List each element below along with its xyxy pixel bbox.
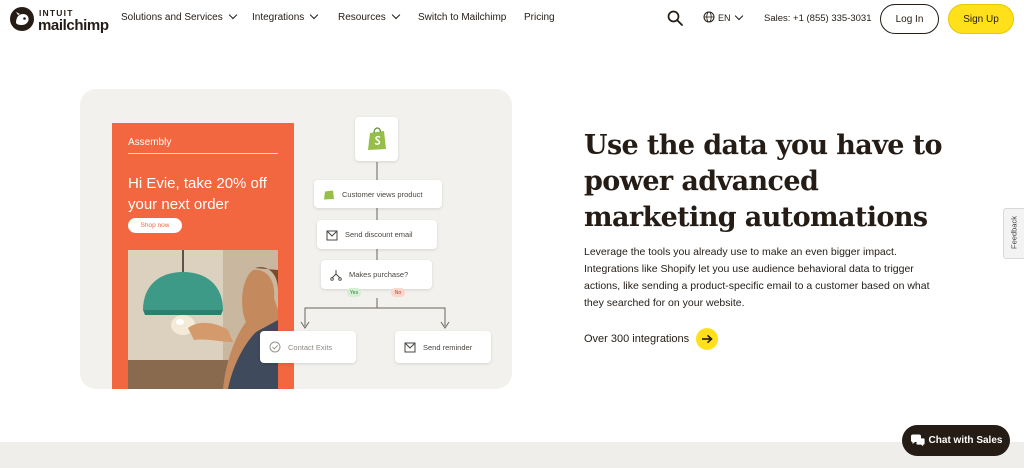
nav-integrations-label: Integrations xyxy=(252,12,305,23)
email-icon xyxy=(404,342,416,353)
flow-branch-send-reminder: Send reminder xyxy=(395,331,491,363)
arrow-right-icon xyxy=(696,328,719,350)
nav-pricing-label: Pricing xyxy=(524,12,555,23)
integrations-link[interactable]: Over 300 integrations xyxy=(584,328,719,350)
automation-flow-diagram: Customer views product Send discount ema… xyxy=(255,110,515,380)
nav-solutions[interactable]: Solutions and Services xyxy=(121,10,237,23)
search-icon[interactable] xyxy=(667,10,683,26)
globe-icon xyxy=(703,11,715,23)
shopify-bag-icon xyxy=(324,190,334,200)
chevron-down-icon xyxy=(391,10,401,20)
login-button[interactable]: Log In xyxy=(880,4,939,34)
integrations-link-label: Over 300 integrations xyxy=(584,333,690,345)
language-label: EN xyxy=(718,13,731,23)
top-navigation: INTUIT mailchimp Solutions and Services … xyxy=(0,0,1024,38)
sales-phone[interactable]: Sales: +1 (855) 335-3031 xyxy=(764,13,871,24)
promo-brand: Assembly xyxy=(128,137,172,148)
flow-decision: Makes purchase? xyxy=(321,260,432,289)
flow-step-send-discount: Send discount email xyxy=(317,220,437,249)
chat-bubble-icon xyxy=(910,434,925,448)
nav-switch[interactable]: Switch to Mailchimp xyxy=(418,12,506,23)
next-section-band xyxy=(0,442,1024,468)
signup-button[interactable]: Sign Up xyxy=(948,4,1014,34)
flow-branch-send-reminder-label: Send reminder xyxy=(423,342,473,352)
flow-step-send-discount-label: Send discount email xyxy=(345,230,413,239)
chevron-down-icon xyxy=(734,11,744,21)
nav-pricing[interactable]: Pricing xyxy=(524,12,555,23)
flow-step-customer-views: Customer views product xyxy=(314,180,442,208)
email-icon xyxy=(326,230,338,240)
nav-integrations[interactable]: Integrations xyxy=(252,10,319,23)
chevron-down-icon xyxy=(228,10,237,20)
split-icon xyxy=(330,269,342,281)
feedback-tab[interactable]: Feedback xyxy=(1003,208,1024,259)
shopify-trigger xyxy=(355,117,398,161)
nav-solutions-label: Solutions and Services xyxy=(121,12,223,23)
logo-mailchimp-text: mailchimp xyxy=(38,17,109,34)
mailchimp-logo[interactable]: INTUIT mailchimp xyxy=(9,5,109,35)
flow-branch-contact-exits: Contact Exits xyxy=(260,331,356,363)
no-badge: No xyxy=(391,288,405,297)
flow-step-customer-views-label: Customer views product xyxy=(342,189,423,199)
check-circle-icon xyxy=(269,341,281,353)
shop-now-button[interactable]: Shop now xyxy=(128,218,182,233)
feedback-label: Feedback xyxy=(1009,216,1019,249)
nav-switch-label: Switch to Mailchimp xyxy=(418,12,507,23)
section-body: Leverage the tools you already use to ma… xyxy=(584,246,930,309)
section-heading: Use the data you have to power advanced … xyxy=(584,130,943,233)
chat-with-sales-button[interactable]: Chat with Sales xyxy=(902,425,1010,456)
chevron-down-icon xyxy=(310,10,319,20)
nav-resources-label: Resources xyxy=(338,12,386,23)
flow-branch-contact-exits-label: Contact Exits xyxy=(288,342,333,352)
shopify-icon xyxy=(367,127,386,150)
nav-resources[interactable]: Resources xyxy=(338,10,401,23)
flow-decision-label: Makes purchase? xyxy=(349,270,409,279)
chat-with-sales-label: Chat with Sales xyxy=(928,435,1003,446)
freddie-logo-icon xyxy=(10,7,34,31)
yes-badge: Yes xyxy=(347,288,361,297)
